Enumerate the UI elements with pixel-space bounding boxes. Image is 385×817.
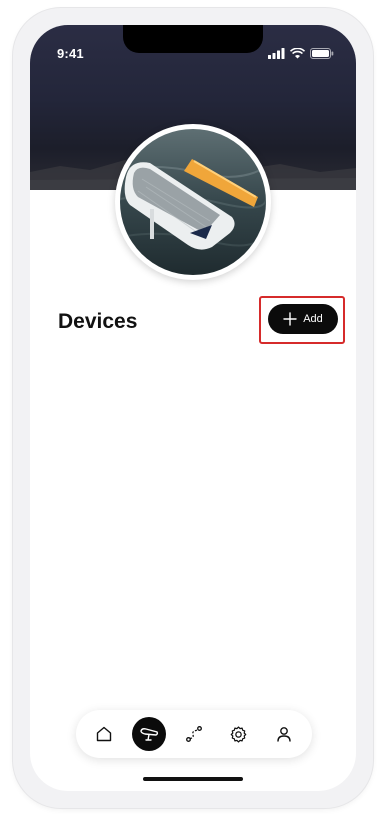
phone-frame: 9:41 Devices Add — [13, 8, 373, 808]
device-notch — [123, 25, 263, 53]
settings-icon — [230, 725, 247, 743]
board-photo — [120, 129, 266, 275]
battery-icon — [310, 47, 334, 59]
signal-icon — [268, 47, 285, 59]
wifi-icon — [290, 47, 305, 58]
app-screen: 9:41 Devices Add — [30, 25, 356, 791]
board-icon — [140, 728, 159, 741]
tab-profile[interactable] — [267, 717, 301, 751]
home-icon — [97, 726, 112, 742]
tab-route[interactable] — [177, 717, 211, 751]
home-indicator — [143, 777, 243, 781]
add-button-label: Add — [303, 313, 323, 325]
devices-title: Devices — [58, 310, 138, 333]
tab-board[interactable] — [132, 717, 167, 751]
status-icons — [268, 46, 334, 60]
bottom-tab-bar — [76, 710, 312, 758]
avatar — [115, 124, 271, 280]
plus-icon — [283, 312, 297, 326]
tab-settings[interactable] — [222, 717, 256, 751]
route-icon — [186, 726, 202, 742]
status-time: 9:41 — [57, 46, 84, 61]
profile-icon — [276, 727, 291, 742]
add-device-button[interactable]: Add — [268, 304, 338, 334]
tab-home[interactable] — [87, 717, 121, 751]
